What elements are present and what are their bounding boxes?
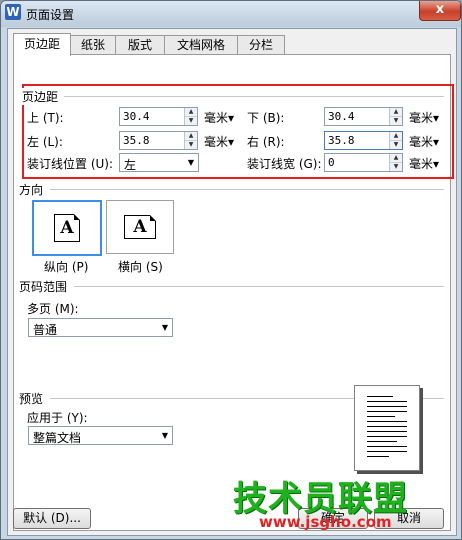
preview-line bbox=[367, 396, 393, 397]
left-margin-value: 35.8 bbox=[123, 134, 150, 147]
spin-up-icon[interactable]: ▲ bbox=[390, 132, 402, 141]
right-margin-label: 右 (R): bbox=[247, 135, 285, 149]
gutter-position-select[interactable]: 左 ▼ bbox=[119, 153, 199, 172]
bottom-margin-label: 下 (B): bbox=[247, 111, 285, 125]
dialog-title: 页面设置 bbox=[26, 8, 75, 22]
margins-panel: 页边距 上 (T): 30.4 ▲ ▼ 毫米▾ 下 (B): 30.4 ▲ ▼ 毫米… bbox=[13, 54, 454, 531]
spin-down-icon[interactable]: ▼ bbox=[390, 163, 402, 171]
top-margin-spinner[interactable]: 30.4 ▲ ▼ bbox=[119, 107, 198, 126]
preview-line bbox=[367, 411, 407, 412]
page-range-group-title: 页码范围 bbox=[19, 278, 72, 295]
bottom-margin-unit[interactable]: 毫米▾ bbox=[409, 109, 439, 126]
tab-document-grid[interactable]: 文档网格 bbox=[164, 35, 238, 54]
preview-line bbox=[367, 441, 397, 442]
multiple-pages-value: 普通 bbox=[33, 323, 58, 337]
spin-down-icon[interactable]: ▼ bbox=[390, 141, 402, 149]
portrait-label: 纵向 (P) bbox=[44, 260, 89, 274]
gutter-width-unit[interactable]: 毫米▾ bbox=[409, 155, 439, 172]
bottom-margin-spinner[interactable]: 30.4 ▲ ▼ bbox=[324, 107, 403, 126]
orientation-group-title: 方向 bbox=[19, 181, 48, 198]
apply-to-value: 整篇文档 bbox=[33, 431, 82, 445]
spin-down-icon[interactable]: ▼ bbox=[390, 117, 402, 125]
page-preview bbox=[354, 385, 420, 471]
portrait-option[interactable]: A bbox=[32, 200, 102, 256]
left-margin-label: 左 (L): bbox=[27, 135, 63, 149]
portrait-page-icon: A bbox=[54, 214, 80, 242]
spin-down-icon[interactable]: ▼ bbox=[185, 117, 197, 125]
gutter-position-label: 装订线位置 (U): bbox=[27, 157, 114, 171]
margins-separator bbox=[64, 96, 444, 97]
top-margin-label: 上 (T): bbox=[27, 111, 64, 125]
apply-to-label: 应用于 (Y): bbox=[27, 411, 88, 425]
preview-line bbox=[367, 406, 407, 407]
close-button[interactable]: x bbox=[419, 1, 461, 21]
preview-line bbox=[367, 436, 407, 437]
page-setup-dialog: W 页面设置 x 页边距 纸张 版式 文档网格 分栏 页边距 上 (T): 30… bbox=[0, 0, 462, 540]
default-button[interactable]: 默认 (D)... bbox=[13, 508, 91, 529]
bottom-margin-value: 30.4 bbox=[328, 110, 355, 123]
close-icon: x bbox=[435, 2, 445, 17]
gutter-width-value: 0 bbox=[328, 156, 335, 169]
preview-line bbox=[367, 401, 407, 402]
multiple-pages-label: 多页 (M): bbox=[27, 302, 79, 316]
watermark-url: www.jsgho.com bbox=[259, 513, 392, 531]
tab-columns[interactable]: 分栏 bbox=[237, 35, 285, 54]
apply-to-select[interactable]: 整篇文档 ▼ bbox=[28, 426, 173, 445]
tab-paper[interactable]: 纸张 bbox=[70, 35, 116, 54]
preview-line bbox=[367, 456, 389, 457]
multiple-pages-select[interactable]: 普通 ▼ bbox=[28, 318, 173, 337]
title-bar[interactable]: W 页面设置 x bbox=[1, 1, 461, 27]
chevron-down-icon: ▼ bbox=[161, 431, 168, 440]
right-margin-spinner[interactable]: 35.8 ▲ ▼ bbox=[324, 131, 403, 150]
dialog-body: 页边距 纸张 版式 文档网格 分栏 页边距 上 (T): 30.4 ▲ ▼ 毫米▾… bbox=[7, 28, 457, 536]
left-margin-spinner[interactable]: 35.8 ▲ ▼ bbox=[119, 131, 198, 150]
landscape-page-icon: A bbox=[124, 215, 156, 239]
page-range-separator bbox=[74, 286, 444, 287]
top-margin-value: 30.4 bbox=[123, 110, 150, 123]
right-margin-value: 35.8 bbox=[328, 134, 355, 147]
tab-margins[interactable]: 页边距 bbox=[13, 33, 71, 56]
right-margin-unit[interactable]: 毫米▾ bbox=[409, 133, 439, 150]
margins-group-title: 页边距 bbox=[22, 88, 63, 105]
tab-layout[interactable]: 版式 bbox=[115, 35, 165, 54]
spin-up-icon[interactable]: ▲ bbox=[185, 108, 197, 117]
preview-line bbox=[367, 416, 395, 417]
spin-up-icon[interactable]: ▲ bbox=[185, 132, 197, 141]
preview-line bbox=[367, 451, 407, 452]
chevron-down-icon: ▼ bbox=[161, 323, 168, 332]
spin-up-icon[interactable]: ▲ bbox=[390, 108, 402, 117]
landscape-label: 横向 (S) bbox=[118, 260, 163, 274]
left-margin-unit[interactable]: 毫米▾ bbox=[204, 133, 234, 150]
spin-up-icon[interactable]: ▲ bbox=[390, 154, 402, 163]
gutter-width-label: 装订线宽 (G): bbox=[247, 157, 322, 171]
chevron-down-icon: ▼ bbox=[187, 158, 194, 167]
preview-line bbox=[367, 446, 407, 447]
gutter-width-spinner[interactable]: 0 ▲ ▼ bbox=[324, 153, 403, 172]
wps-writer-icon: W bbox=[5, 4, 21, 20]
orientation-separator bbox=[50, 189, 444, 190]
site-watermark: 技术员联盟 www.jsgho.com bbox=[219, 471, 449, 531]
preview-line bbox=[367, 421, 407, 422]
preview-group-title: 预览 bbox=[19, 390, 48, 407]
gutter-position-value: 左 bbox=[124, 158, 137, 172]
preview-line bbox=[367, 426, 407, 427]
landscape-option[interactable]: A bbox=[106, 200, 174, 254]
spin-down-icon[interactable]: ▼ bbox=[185, 141, 197, 149]
preview-line bbox=[367, 431, 407, 432]
top-margin-unit[interactable]: 毫米▾ bbox=[204, 109, 234, 126]
